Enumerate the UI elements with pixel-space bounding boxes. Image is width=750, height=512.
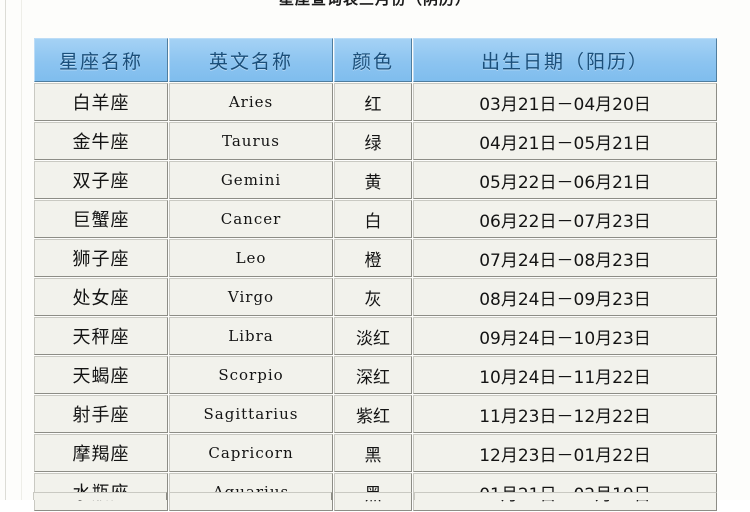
cell-birthdate: 08月24日－09月23日 <box>413 278 717 316</box>
column-header-name: 星座名称 <box>34 38 168 82</box>
table-row: 摩羯座 Capricorn 黑 12月23日－01月22日 <box>34 434 717 472</box>
cell-birthdate: 07月24日－08月23日 <box>413 239 717 277</box>
page-margin-rule-secondary <box>21 0 22 500</box>
cell-birthdate: 09月24日－10月23日 <box>413 317 717 355</box>
cell-english-name: Aries <box>169 83 333 121</box>
table-row: 天秤座 Libra 淡红 09月24日－10月23日 <box>34 317 717 355</box>
table-row: 金牛座 Taurus 绿 04月21日－05月21日 <box>34 122 717 160</box>
cell-english-name: Sagittarius <box>169 395 333 433</box>
cell-color: 绿 <box>334 122 412 160</box>
cell-english-name: Cancer <box>169 200 333 238</box>
column-header-birthdate: 出生日期（阳历） <box>413 38 717 82</box>
cell-zodiac-name: 摩羯座 <box>34 434 168 472</box>
document-title-clipped: 星座查询表三月份（阴历） <box>0 0 750 8</box>
table-body: 白羊座 Aries 红 03月21日－04月20日 金牛座 Taurus 绿 04月21日－0… <box>34 83 717 511</box>
cell-birthdate: 06月22日－07月23日 <box>413 200 717 238</box>
cell-color: 橙 <box>334 239 412 277</box>
table-row: 处女座 Virgo 灰 08月24日－09月23日 <box>34 278 717 316</box>
cell-zodiac-name: 金牛座 <box>34 122 168 160</box>
cell-english-name: Leo <box>169 239 333 277</box>
table-row: 白羊座 Aries 红 03月21日－04月20日 <box>34 83 717 121</box>
cell-birthdate: 04月21日－05月21日 <box>413 122 717 160</box>
column-header-english: 英文名称 <box>169 38 333 82</box>
clipped-cell-color <box>334 492 412 500</box>
cell-color: 灰 <box>334 278 412 316</box>
page-title: 星座查询表三月份（阴历） <box>0 0 750 8</box>
clipped-cell-english <box>168 492 333 500</box>
cell-color: 黄 <box>334 161 412 199</box>
cell-color: 深红 <box>334 356 412 394</box>
cell-english-name: Gemini <box>169 161 333 199</box>
table-header: 星座名称 英文名称 颜色 出生日期（阳历） <box>34 38 717 82</box>
cell-birthdate: 05月22日－06月21日 <box>413 161 717 199</box>
page-canvas: 星座查询表三月份（阴历） 星座名称 英文名称 颜色 出生日期（阳历） 白羊座Ar… <box>0 0 750 511</box>
clipped-cell-name <box>33 492 167 500</box>
table-row: 狮子座 Leo 橙 07月24日－08月23日 <box>34 239 717 277</box>
cell-zodiac-name: 天蝎座 <box>34 356 168 394</box>
cell-birthdate: 12月23日－01月22日 <box>413 434 717 472</box>
cell-birthdate: 11月23日－12月22日 <box>413 395 717 433</box>
cell-zodiac-name: 狮子座 <box>34 239 168 277</box>
cell-english-name: Capricorn <box>169 434 333 472</box>
cell-birthdate: 03月21日－04月20日 <box>413 83 717 121</box>
cell-zodiac-name: 巨蟹座 <box>34 200 168 238</box>
header-row: 星座名称 英文名称 颜色 出生日期（阳历） <box>34 38 717 82</box>
cell-english-name: Virgo <box>169 278 333 316</box>
table-row: 巨蟹座 Cancer 白 06月22日－07月23日 <box>34 200 717 238</box>
cell-zodiac-name: 双子座 <box>34 161 168 199</box>
cell-color: 紫红 <box>334 395 412 433</box>
cell-english-name: Libra <box>169 317 333 355</box>
cell-zodiac-name: 天秤座 <box>34 317 168 355</box>
cell-zodiac-name: 白羊座 <box>34 83 168 121</box>
cell-english-name: Scorpio <box>169 356 333 394</box>
cell-color: 淡红 <box>334 317 412 355</box>
table-row: 双子座 Gemini 黄 05月22日－06月21日 <box>34 161 717 199</box>
cell-color: 白 <box>334 200 412 238</box>
cell-english-name: Taurus <box>169 122 333 160</box>
table-row-clipped <box>33 492 717 500</box>
cell-color: 黑 <box>334 434 412 472</box>
cell-zodiac-name: 射手座 <box>34 395 168 433</box>
cell-zodiac-name: 处女座 <box>34 278 168 316</box>
column-header-color: 颜色 <box>334 38 412 82</box>
clipped-cell-birthdate <box>413 492 717 500</box>
table-row: 射手座 Sagittarius 紫红 11月23日－12月22日 <box>34 395 717 433</box>
cell-birthdate: 10月24日－11月22日 <box>413 356 717 394</box>
zodiac-table: 星座名称 英文名称 颜色 出生日期（阳历） 白羊座 Aries 红 03月21日－04… <box>33 37 718 512</box>
page-margin-rule <box>5 0 6 500</box>
cell-color: 红 <box>334 83 412 121</box>
table-row: 天蝎座 Scorpio 深红 10月24日－11月22日 <box>34 356 717 394</box>
